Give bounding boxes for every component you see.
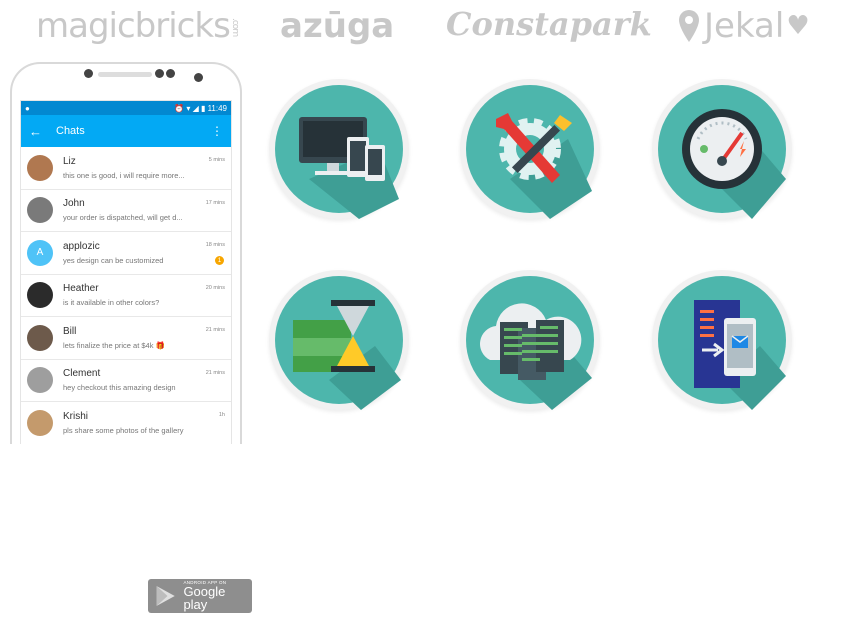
app-bar: ← Chats ⋮ — [21, 115, 231, 147]
chat-name: Heather — [63, 283, 99, 295]
chat-time: 17 mins — [205, 199, 225, 206]
heart-icon: ♥ — [786, 11, 810, 41]
overflow-menu-icon[interactable]: ⋮ — [211, 124, 223, 138]
magicbricks-logo: magicbricks.com — [36, 6, 240, 46]
chat-time: 20 mins — [205, 284, 225, 291]
gift-icon: 🎁 — [155, 340, 165, 350]
chat-time: 18 mins — [205, 242, 225, 248]
chat-time: 21 mins — [205, 369, 225, 376]
unread-badge: 1 — [215, 256, 224, 265]
status-right: ⏰ ▾ ◢ ▮ 11:49 — [174, 103, 227, 113]
chat-time: 21 mins — [205, 327, 225, 333]
chat-name: Liz — [63, 155, 76, 167]
google-play-badge[interactable]: ANDROID APP ON Google play — [148, 579, 252, 613]
chat-name: Clement — [63, 368, 101, 380]
chat-list-item[interactable]: A applozic yes design can be customized 1… — [21, 232, 231, 275]
avatar — [27, 324, 53, 351]
chat-message: this one is good, i will require more... — [63, 170, 185, 180]
phone-speaker — [98, 72, 152, 77]
server-phone-icon — [652, 270, 792, 410]
location-pin-icon — [679, 10, 699, 42]
devices-icon — [269, 79, 409, 219]
camera-dot — [155, 69, 164, 78]
speedometer-icon — [652, 79, 792, 219]
back-arrow-icon[interactable]: ← — [29, 124, 42, 139]
phone-mockup: ● ⏰ ▾ ◢ ▮ 11:49 ← Chats ⋮ Liz this one is… — [10, 62, 242, 444]
chat-list-item[interactable]: Liz this one is good, i will require more… — [21, 147, 231, 190]
chat-name: applozic — [63, 240, 100, 252]
chat-time: 5 mins — [208, 157, 225, 163]
play-badge-big-text: Google play — [183, 584, 226, 613]
chat-message: yes design can be customized — [63, 255, 164, 265]
avatar: A — [27, 239, 53, 266]
camera-dot — [194, 73, 203, 82]
chat-list-item[interactable]: Heather is it available in other colors? … — [21, 275, 231, 317]
money-hourglass-icon — [269, 270, 409, 410]
cloud-servers-icon — [460, 270, 600, 410]
chat-message: is it available in other colors? — [63, 298, 160, 308]
chat-message: lets finalize the price at $4k 🎁 — [63, 340, 165, 350]
camera-dot — [166, 69, 175, 78]
chat-list-item[interactable]: Clement hey checkout this amazing design … — [21, 360, 231, 402]
avatar — [27, 409, 53, 436]
chat-time: 1h — [218, 412, 225, 418]
chat-list-item[interactable]: John your order is dispatched, will get d… — [21, 190, 231, 232]
chat-message: hey checkout this amazing design — [63, 383, 176, 393]
jekal-logo: Jekal ♥ — [678, 6, 810, 46]
chat-message: your order is dispatched, will get d... — [63, 213, 183, 223]
avatar — [27, 154, 53, 181]
avatar — [27, 367, 53, 394]
chat-name: John — [63, 198, 85, 210]
status-bar: ● ⏰ ▾ ◢ ▮ 11:49 — [21, 101, 231, 115]
camera-dot — [84, 69, 93, 78]
app-title: Chats — [56, 125, 85, 137]
chat-name: Bill — [63, 325, 77, 337]
chat-message: pls share some photos of the gallery — [63, 425, 184, 435]
phone-screen: ● ⏰ ▾ ◢ ▮ 11:49 ← Chats ⋮ Liz this one is… — [20, 100, 232, 444]
constapark-logo: Constapark — [446, 5, 652, 43]
play-store-icon — [156, 586, 175, 606]
chat-list-item[interactable]: Krishi pls share some photos of the galle… — [21, 402, 231, 444]
chat-name: Krishi — [63, 410, 89, 422]
azuga-logo: azūga — [280, 6, 395, 46]
avatar — [27, 197, 53, 224]
avatar — [27, 282, 53, 309]
chat-list-item[interactable]: Bill lets finalize the price at $4k 🎁 21 … — [21, 317, 231, 360]
tools-icon — [460, 79, 600, 219]
android-icon: ● — [25, 103, 30, 113]
